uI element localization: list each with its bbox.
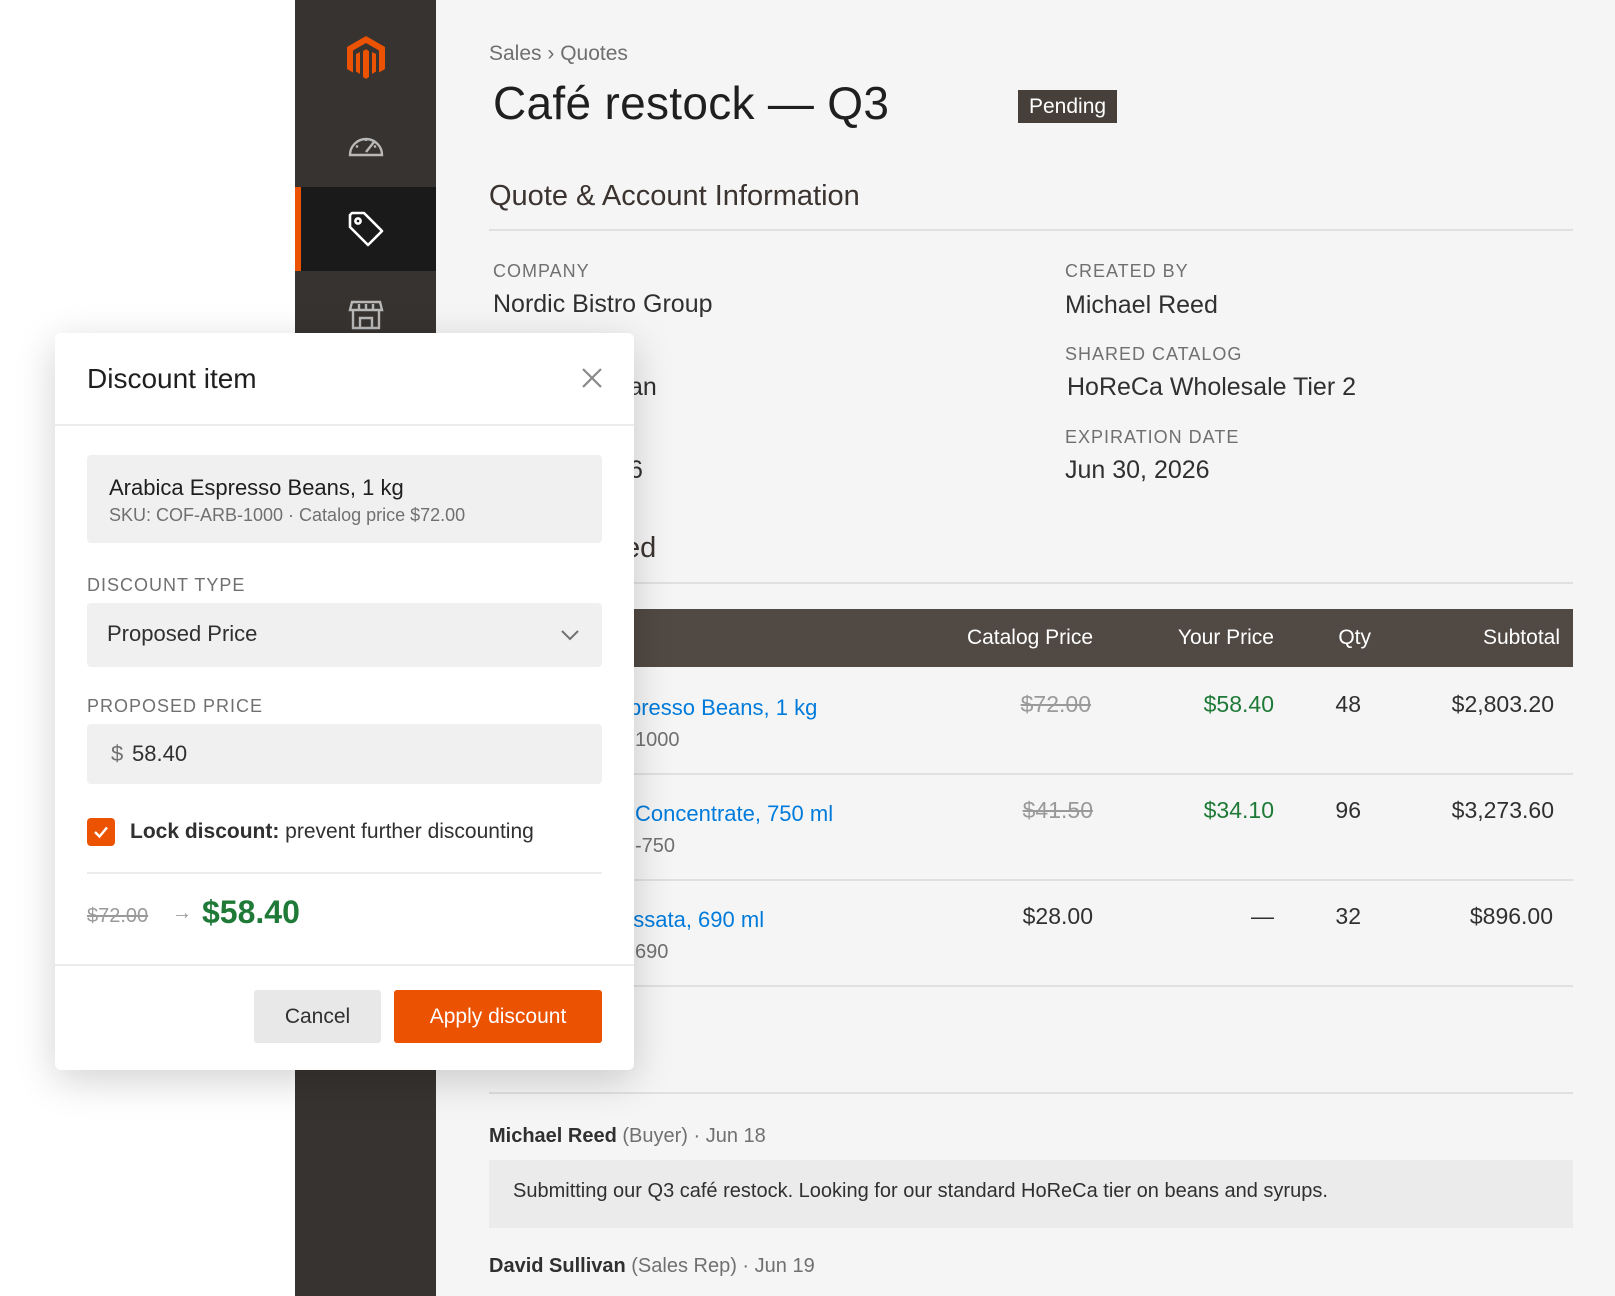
breadcrumb[interactable]: Sales › Quotes: [489, 42, 628, 66]
column-qty[interactable]: Qty: [1338, 626, 1371, 650]
your-price: $34.10: [1203, 797, 1274, 823]
field-value-company: Nordic Bistro Group: [493, 290, 713, 318]
note-author-name: David Sullivan: [489, 1255, 626, 1277]
note-author-name: Michael Reed: [489, 1125, 617, 1147]
apply-discount-button[interactable]: Apply discount: [394, 990, 602, 1043]
product-sku: 1000: [635, 729, 680, 751]
discount-type-label: DISCOUNT TYPE: [87, 575, 246, 595]
note-text: Submitting our Q3 café restock. Looking …: [513, 1180, 1328, 1202]
table-row: spresso Beans, 1 kg 1000 $72.00 $58.40 4…: [489, 667, 1573, 775]
section-divider: [489, 582, 1573, 584]
field-label-company: COMPANY: [493, 261, 590, 281]
sales-tag-icon[interactable]: [295, 187, 436, 271]
column-subtotal[interactable]: Subtotal: [1483, 626, 1560, 650]
qty: 32: [1335, 903, 1361, 929]
modal-divider: [55, 424, 634, 426]
note-author-meta: (Sales Rep) · Jun 19: [625, 1255, 815, 1277]
old-price: $72.00: [87, 905, 149, 927]
checkmark-icon: [94, 826, 108, 839]
lock-discount-label[interactable]: Lock discount: prevent further discounti…: [130, 820, 534, 844]
discount-type-value: Proposed Price: [107, 621, 258, 646]
your-price: $58.40: [1203, 691, 1274, 717]
status-badge: Pending: [1018, 90, 1118, 123]
field-label-shared-catalog: SHARED CATALOG: [1065, 344, 1243, 364]
cancel-button[interactable]: Cancel: [254, 990, 381, 1043]
proposed-price-value: 58.40: [132, 741, 188, 766]
table-row: Concentrate, 750 ml -750 $41.50 $34.10 9…: [489, 773, 1573, 881]
note-message: Submitting our Q3 café restock. Looking …: [489, 1160, 1573, 1228]
table-row: assata, 690 ml 690 $28.00 — 32 $896.00: [489, 879, 1573, 987]
catalog-price: $72.00: [1020, 691, 1091, 717]
product-link[interactable]: assata, 690 ml: [621, 907, 764, 933]
modal-title: Discount item: [87, 363, 257, 394]
field-value-shared-catalog: HoReCa Wholesale Tier 2: [1067, 373, 1357, 401]
note-author: David Sullivan (Sales Rep) · Jun 19: [489, 1255, 815, 1278]
proposed-price-input[interactable]: $ 58.40: [87, 724, 602, 784]
product-sku: 690: [635, 941, 669, 963]
product-summary-card: Arabica Espresso Beans, 1 kg SKU: COF-AR…: [87, 455, 602, 543]
catalog-price: $28.00: [1022, 903, 1093, 929]
proposed-price-label: PROPOSED PRICE: [87, 696, 264, 716]
close-icon[interactable]: [575, 361, 609, 395]
column-your-price[interactable]: Your Price: [1178, 626, 1274, 650]
product-link[interactable]: Concentrate, 750 ml: [635, 801, 833, 827]
field-label-created-by: CREATED BY: [1065, 261, 1189, 281]
note-author-meta: (Buyer) · Jun 18: [616, 1125, 766, 1147]
lock-discount-checkbox[interactable]: [87, 818, 115, 846]
section-divider: [489, 229, 1573, 231]
lock-discount-label-bold: Lock discount:: [130, 820, 280, 843]
page-title: Café restock — Q3: [493, 77, 890, 129]
magento-logo-icon[interactable]: [295, 16, 436, 100]
subtotal: $2,803.20: [1451, 691, 1554, 717]
field-label-expiration-date: EXPIRATION DATE: [1065, 427, 1240, 447]
arrow-right-icon: →: [172, 902, 192, 924]
qty: 96: [1335, 797, 1361, 823]
field-value-created-by: Michael Reed: [1065, 291, 1218, 319]
modal-divider: [87, 872, 602, 874]
chevron-down-icon: [560, 625, 580, 645]
product-name: Arabica Espresso Beans, 1 kg: [109, 475, 404, 500]
new-price: $58.40: [202, 894, 300, 930]
note-author: Michael Reed (Buyer) · Jun 18: [489, 1125, 766, 1148]
qty: 48: [1335, 691, 1361, 717]
lock-discount-label-rest: prevent further discounting: [279, 820, 534, 843]
modal-divider: [55, 964, 634, 966]
field-value-expiration-date: Jun 30, 2026: [1065, 456, 1210, 484]
discount-item-modal: Discount item Arabica Espresso Beans, 1 …: [55, 333, 634, 1070]
discount-type-select[interactable]: Proposed Price: [87, 603, 602, 667]
your-price: —: [1251, 903, 1274, 929]
section-title-account: Quote & Account Information: [489, 180, 860, 212]
subtotal: $3,273.60: [1451, 797, 1554, 823]
items-table-header: Catalog Price Your Price Qty Subtotal: [489, 609, 1573, 667]
currency-symbol: $: [111, 741, 124, 766]
section-divider: [489, 1092, 1573, 1094]
column-catalog-price[interactable]: Catalog Price: [967, 626, 1093, 650]
dashboard-gauge-icon[interactable]: [295, 102, 436, 186]
product-sku: -750: [635, 835, 676, 857]
subtotal: $896.00: [1469, 903, 1553, 929]
product-link[interactable]: spresso Beans, 1 kg: [618, 695, 817, 721]
product-meta: SKU: COF-ARB-1000 · Catalog price $72.00: [109, 505, 466, 525]
catalog-price: $41.50: [1022, 797, 1093, 823]
